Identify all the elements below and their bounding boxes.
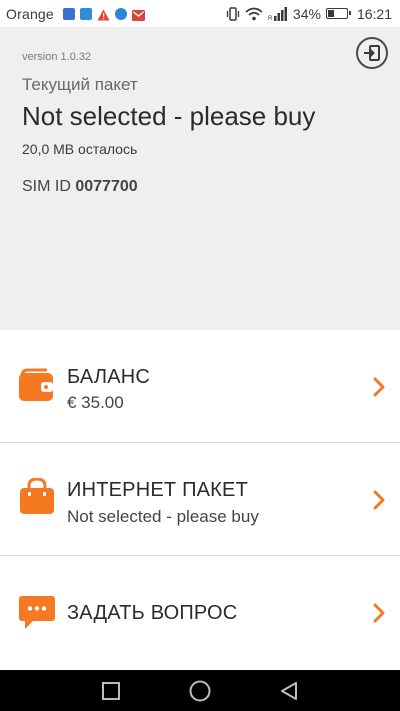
current-package-label: Текущий пакет [22,75,138,94]
menu-item-internet-package[interactable]: ИНТЕРНЕТ ПАКЕТ Not selected - please buy [0,443,400,556]
menu-item-title: ИНТЕРНЕТ ПАКЕТ [67,479,248,501]
svg-text:R: R [268,16,273,21]
chat-icon [114,7,127,20]
chevron-right-icon [373,490,385,515]
battery-percent: 34% [292,5,321,22]
vibrate-icon [226,6,240,21]
data-remaining: 20,0 MB осталось [22,141,138,157]
status-right: R 34% 16:21 [226,6,392,22]
menu-item-title: ЗАДАТЬ ВОПРОС [67,602,238,624]
logout-icon [363,44,381,62]
gmail-icon [131,8,145,21]
messenger-icon [62,7,75,20]
battery-icon [325,8,351,19]
chevron-right-icon [373,377,385,402]
status-bar: Orange R 34% 16:21 [0,0,400,27]
menu-item-subtitle: € 35.00 [67,393,124,412]
signal-icon: R [268,6,288,22]
sim-id-label: SIM ID [22,178,71,195]
current-package-name: Not selected - please buy [22,101,316,131]
status-left: Orange [6,6,145,22]
navigation-bar [0,670,400,711]
wallet-icon [19,367,53,406]
logout-button[interactable] [356,37,388,69]
recent-apps-button[interactable] [81,670,141,711]
battery-level-fill [327,10,334,17]
sim-id: SIM ID 0077700 [22,178,147,196]
account-header: version 1.0.32 Текущий пакет Not selecte… [0,27,400,330]
chevron-right-icon [373,603,385,628]
warning-icon [97,8,110,20]
carrier-name: Orange [6,5,54,22]
chat-bubble-icon [19,596,55,635]
menu-item-title: БАЛАНС [67,366,151,388]
main-menu: БАЛАНС € 35.00 ИНТЕРНЕТ ПАКЕТ Not select… [0,330,400,669]
back-icon [279,681,299,701]
app-icon [79,7,92,20]
sim-id-value: 0077700 [75,178,138,195]
recent-apps-icon [102,681,120,700]
home-button[interactable] [170,670,230,711]
wifi-icon [245,7,263,21]
home-icon [189,680,211,702]
app-version: version 1.0.32 [22,51,92,63]
menu-item-ask-question[interactable]: ЗАДАТЬ ВОПРОС [0,556,400,669]
clock: 16:21 [356,5,392,22]
menu-item-subtitle: Not selected - please buy [67,507,259,526]
shopping-bag-icon [19,477,55,519]
menu-item-balance[interactable]: БАЛАНС € 35.00 [0,330,400,443]
back-button[interactable] [259,670,319,711]
